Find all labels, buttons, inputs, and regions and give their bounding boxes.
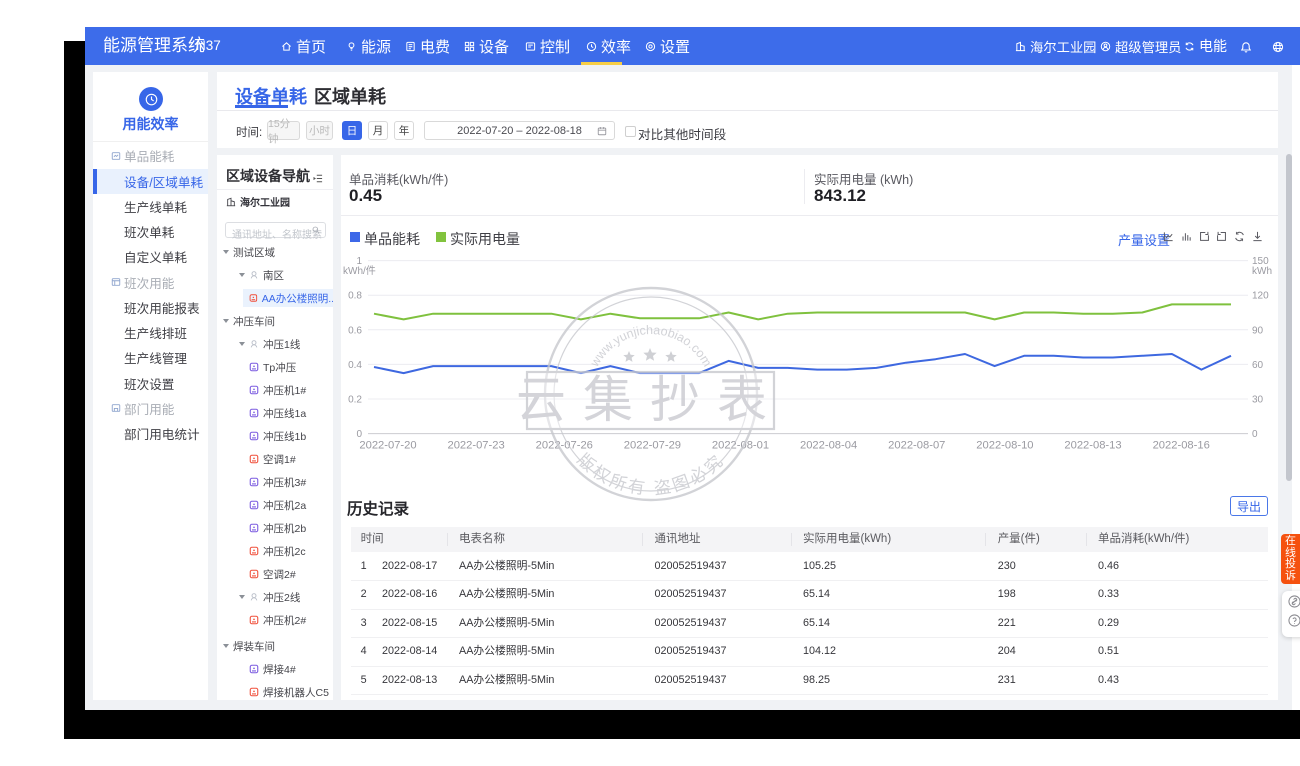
svg-text:0: 0 (356, 429, 362, 440)
svg-text:30: 30 (1252, 395, 1264, 406)
svg-text:2022-08-13: 2022-08-13 (1064, 440, 1121, 452)
svg-text:2022-08-10: 2022-08-10 (976, 440, 1033, 452)
svg-text:2022-08-07: 2022-08-07 (888, 440, 945, 452)
svg-text:2022-07-26: 2022-07-26 (536, 440, 593, 452)
svg-text:0.4: 0.4 (348, 360, 362, 371)
svg-text:2022-07-23: 2022-07-23 (447, 440, 504, 452)
svg-text:0.2: 0.2 (348, 395, 362, 406)
svg-text:0: 0 (1252, 429, 1258, 440)
svg-text:2022-08-16: 2022-08-16 (1153, 440, 1210, 452)
svg-text:60: 60 (1252, 360, 1264, 371)
svg-text:kWh: kWh (1252, 266, 1272, 277)
svg-text:0.6: 0.6 (348, 325, 362, 336)
svg-text:版权所有 盗图必究: 版权所有 盗图必究 (574, 450, 729, 498)
svg-text:90: 90 (1252, 325, 1264, 336)
svg-text:云集抄表: 云集抄表 (516, 372, 784, 428)
svg-text:kWh/件: kWh/件 (343, 265, 376, 277)
svg-text:2022-07-29: 2022-07-29 (624, 440, 681, 452)
svg-text:2022-07-20: 2022-07-20 (359, 440, 416, 452)
svg-text:2022-08-04: 2022-08-04 (800, 440, 857, 452)
svg-text:0.8: 0.8 (348, 291, 362, 302)
svg-text:120: 120 (1252, 291, 1269, 302)
